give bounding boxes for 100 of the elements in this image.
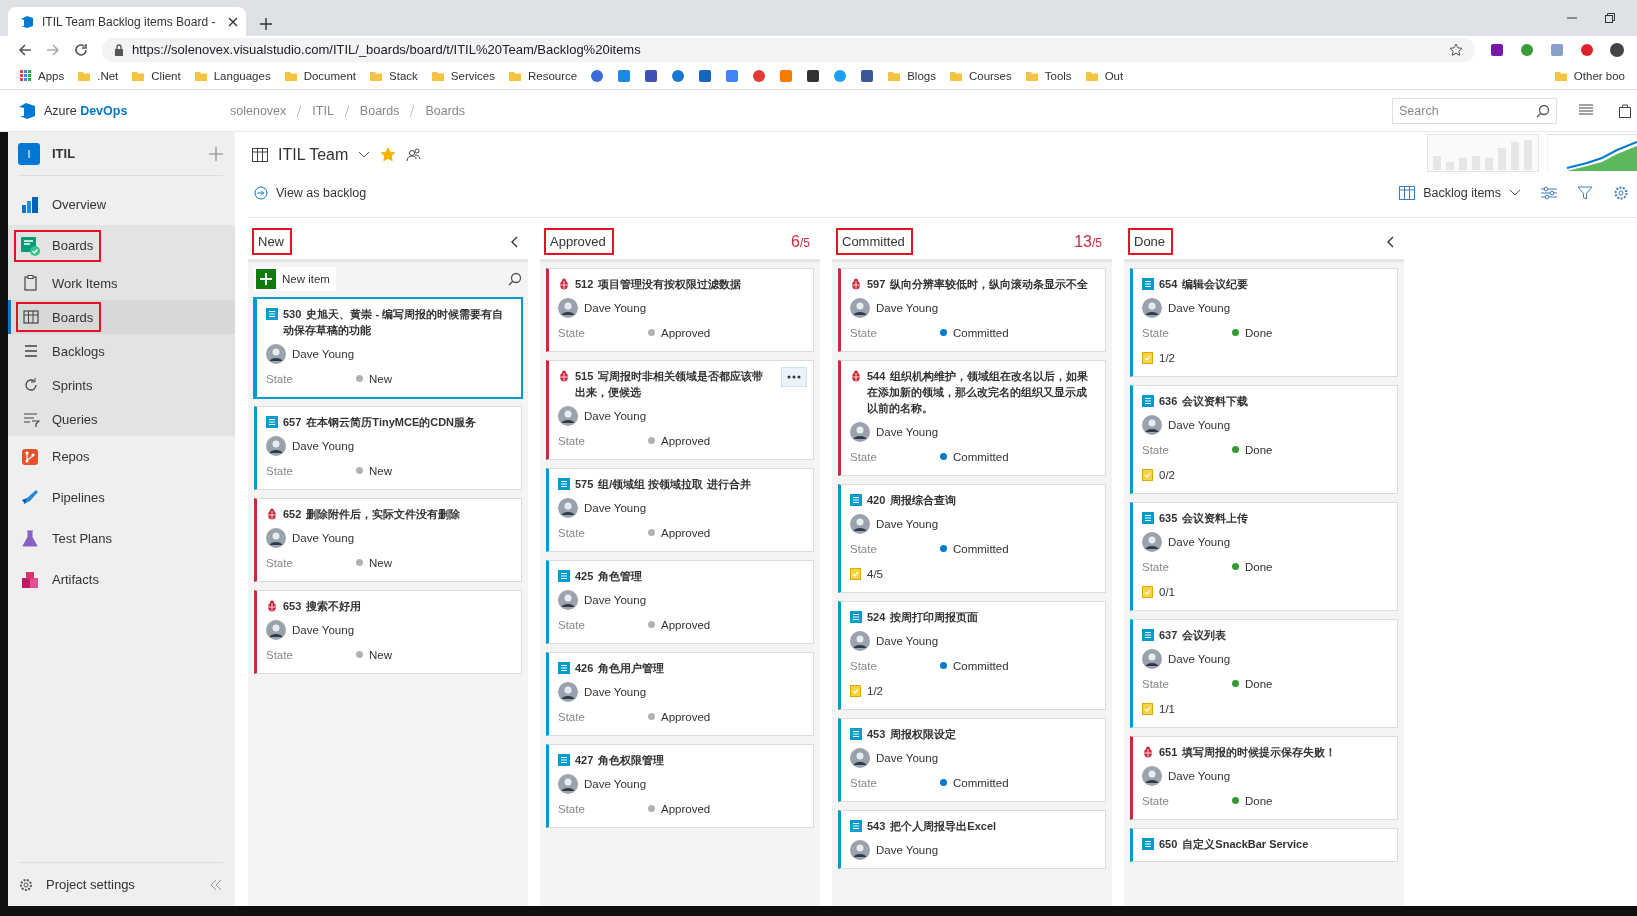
- nav-item[interactable]: Test Plans: [8, 518, 235, 559]
- back-icon[interactable]: [18, 42, 32, 57]
- work-item-card[interactable]: 420 周报综合查询 Dave Young State Committed 4/5: [838, 484, 1106, 593]
- work-item-card[interactable]: 427 角色权限管理 Dave Young State Approved: [546, 744, 814, 828]
- bookmark[interactable]: Apps: [20, 70, 65, 82]
- new-tab-icon[interactable]: [260, 18, 272, 30]
- bookmark-icon[interactable]: [806, 69, 821, 83]
- restore-icon[interactable]: [1605, 13, 1615, 23]
- nav-item[interactable]: Backlogs: [8, 334, 235, 368]
- star-icon[interactable]: [1449, 42, 1463, 57]
- work-item-title[interactable]: 544 组织机构维护，领域组在改名以后，如果在添加新的领域，那么改完名的组织又显示成以前的名称。: [867, 368, 1095, 416]
- work-item-title[interactable]: 427 角色权限管理: [575, 752, 665, 768]
- bookmark-icon[interactable]: [644, 69, 659, 83]
- new-item-button[interactable]: New item: [254, 267, 336, 291]
- bookmark-icon[interactable]: [698, 69, 713, 83]
- breadcrumb[interactable]: solenovex: [230, 103, 287, 118]
- nav-item[interactable]: Queries: [8, 402, 235, 436]
- work-item-card[interactable]: 654 编辑会议纪要 Dave Young State Done 1/2: [1130, 268, 1398, 377]
- filter-icon[interactable]: [1577, 185, 1593, 201]
- work-item-title[interactable]: 597 纵向分辨率较低时，纵向滚动条显示不全: [867, 276, 1089, 292]
- search-icon[interactable]: [508, 272, 522, 286]
- bag-icon[interactable]: [1619, 103, 1631, 118]
- bookmark[interactable]: Courses: [948, 70, 1012, 82]
- breadcrumb[interactable]: Boards: [425, 103, 466, 118]
- nav-item[interactable]: Boards: [8, 300, 235, 334]
- settings-icon[interactable]: [18, 876, 34, 893]
- bookmark[interactable]: Services: [430, 70, 495, 82]
- nav-item[interactable]: Overview: [8, 184, 235, 225]
- work-item-title[interactable]: 425 角色管理: [575, 568, 643, 584]
- work-item-title[interactable]: 650 自定义SnackBar Service: [1159, 836, 1309, 852]
- work-item-title[interactable]: 652 删除附件后，实际文件没有删除: [283, 506, 461, 522]
- work-item-card[interactable]: 425 角色管理 Dave Young State Approved: [546, 560, 814, 644]
- extension-icon[interactable]: [1579, 41, 1595, 58]
- chevron-down-icon[interactable]: [358, 151, 371, 159]
- team-name[interactable]: ITIL Team: [278, 146, 349, 164]
- work-item-title[interactable]: 653 搜索不好用: [283, 598, 362, 614]
- work-item-title[interactable]: 426 角色用户管理: [575, 660, 665, 676]
- profile-icon[interactable]: [1609, 41, 1625, 58]
- browser-tab[interactable]: ITIL Team Backlog items Board -: [8, 7, 246, 36]
- work-item-title[interactable]: 637 会议列表: [1159, 627, 1227, 643]
- extension-icon[interactable]: [1489, 41, 1505, 58]
- bookmark-icon[interactable]: [860, 69, 875, 83]
- extension-icon[interactable]: [1519, 41, 1535, 58]
- work-item-title[interactable]: 651 填写周报的时候提示保存失败！: [1159, 744, 1337, 760]
- bookmark[interactable]: Languages: [193, 70, 271, 82]
- work-item-title[interactable]: 524 按周打印周报页面: [867, 609, 979, 625]
- work-item-title[interactable]: 657 在本钢云简历TinyMCE的CDN服务: [283, 414, 477, 430]
- work-item-title[interactable]: 636 会议资料下载: [1159, 393, 1249, 409]
- bookmark[interactable]: Document: [283, 70, 357, 82]
- more-button[interactable]: [781, 367, 807, 387]
- settings-sliders-icon[interactable]: [1541, 186, 1557, 200]
- work-item-card[interactable]: 637 会议列表 Dave Young State Done 1/1: [1130, 619, 1398, 728]
- project-name[interactable]: ITIL: [52, 146, 76, 161]
- work-item-title[interactable]: 420 周报综合查询: [867, 492, 957, 508]
- work-item-card[interactable]: 530 史旭天、黄崇 - 编写周报的时候需要有自动保存草稿的功能 Dave Young State New: [254, 298, 522, 398]
- work-item-card[interactable]: 651 填写周报的时候提示保存失败！ Dave Young State Done: [1130, 736, 1398, 820]
- breadcrumb[interactable]: Boards: [359, 103, 400, 118]
- bookmark[interactable]: Resource: [507, 70, 578, 82]
- work-item-card[interactable]: 652 删除附件后，实际文件没有删除 Dave Young State New: [254, 498, 522, 582]
- bookmark[interactable]: Tools: [1024, 70, 1072, 82]
- product-name[interactable]: Azure DevOps: [44, 103, 128, 118]
- work-item-title[interactable]: 530 史旭天、黄崇 - 编写周报的时候需要有自动保存草稿的功能: [283, 306, 511, 338]
- work-item-title[interactable]: 512 项目管理没有按权限过滤数据: [575, 276, 742, 292]
- chevron-left-icon[interactable]: [1386, 235, 1394, 248]
- nav-item[interactable]: Pipelines: [8, 477, 235, 518]
- work-item-card[interactable]: 597 纵向分辨率较低时，纵向滚动条显示不全 Dave Young State Committed: [838, 268, 1106, 352]
- bookmark[interactable]: .Net: [77, 70, 119, 82]
- work-item-title[interactable]: 654 编辑会议纪要: [1159, 276, 1249, 292]
- list-icon[interactable]: [1579, 103, 1593, 116]
- work-item-card[interactable]: 524 按周打印周报页面 Dave Young State Committed 1/2: [838, 601, 1106, 710]
- work-item-card[interactable]: 650 自定义SnackBar Service: [1130, 828, 1398, 862]
- bookmark[interactable]: Blogs: [887, 70, 936, 82]
- search-field[interactable]: Search: [1392, 97, 1557, 124]
- nav-item[interactable]: Sprints: [8, 368, 235, 402]
- bookmark[interactable]: Client: [131, 70, 181, 82]
- view-as-backlog-link[interactable]: View as backlog: [276, 186, 367, 200]
- work-item-card[interactable]: 515 写周报时非相关领域是否都应该带出来，便候选 Dave Young State Approved: [546, 360, 814, 460]
- work-item-title[interactable]: 453 周报权限设定: [867, 726, 957, 742]
- work-item-card[interactable]: 657 在本钢云简历TinyMCE的CDN服务 Dave Young State New: [254, 406, 522, 490]
- work-item-card[interactable]: 635 会议资料上传 Dave Young State Done 0/1: [1130, 502, 1398, 611]
- nav-item[interactable]: Project settings: [46, 877, 135, 892]
- close-icon[interactable]: [228, 16, 238, 27]
- work-item-card[interactable]: 453 周报权限设定 Dave Young State Committed: [838, 718, 1106, 802]
- work-item-title[interactable]: 575 组/领域组 按领域拉取 进行合并: [575, 476, 751, 492]
- bookmark[interactable]: Out: [1084, 70, 1124, 82]
- work-item-card[interactable]: 544 组织机构维护，领域组在改名以后，如果在添加新的领域，那么改完名的组织又显示成以前的名称。 Dave Young State Committed: [838, 360, 1106, 476]
- people-icon[interactable]: [406, 147, 423, 163]
- nav-item[interactable]: Work Items: [8, 266, 235, 300]
- reload-icon[interactable]: [74, 42, 88, 57]
- work-item-card[interactable]: 575 组/领域组 按领域拉取 进行合并 Dave Young State Approved: [546, 468, 814, 552]
- nav-item[interactable]: Repos: [8, 436, 235, 477]
- address-bar[interactable]: https://solenovex.visualstudio.com/ITIL/_boards/board/t/ITIL%20Team/Backlog%20items: [102, 37, 1475, 62]
- star-icon[interactable]: [380, 147, 397, 163]
- bookmark[interactable]: Stack: [369, 70, 418, 82]
- work-item-card[interactable]: 653 搜索不好用 Dave Young State New: [254, 590, 522, 674]
- work-item-card[interactable]: 426 角色用户管理 Dave Young State Approved: [546, 652, 814, 736]
- work-item-card[interactable]: 636 会议资料下载 Dave Young State Done 0/2: [1130, 385, 1398, 494]
- work-item-card[interactable]: 543 把个人周报导出Excel Dave Young: [838, 810, 1106, 869]
- settings-icon[interactable]: [1613, 185, 1629, 201]
- search-icon[interactable]: [1536, 103, 1550, 118]
